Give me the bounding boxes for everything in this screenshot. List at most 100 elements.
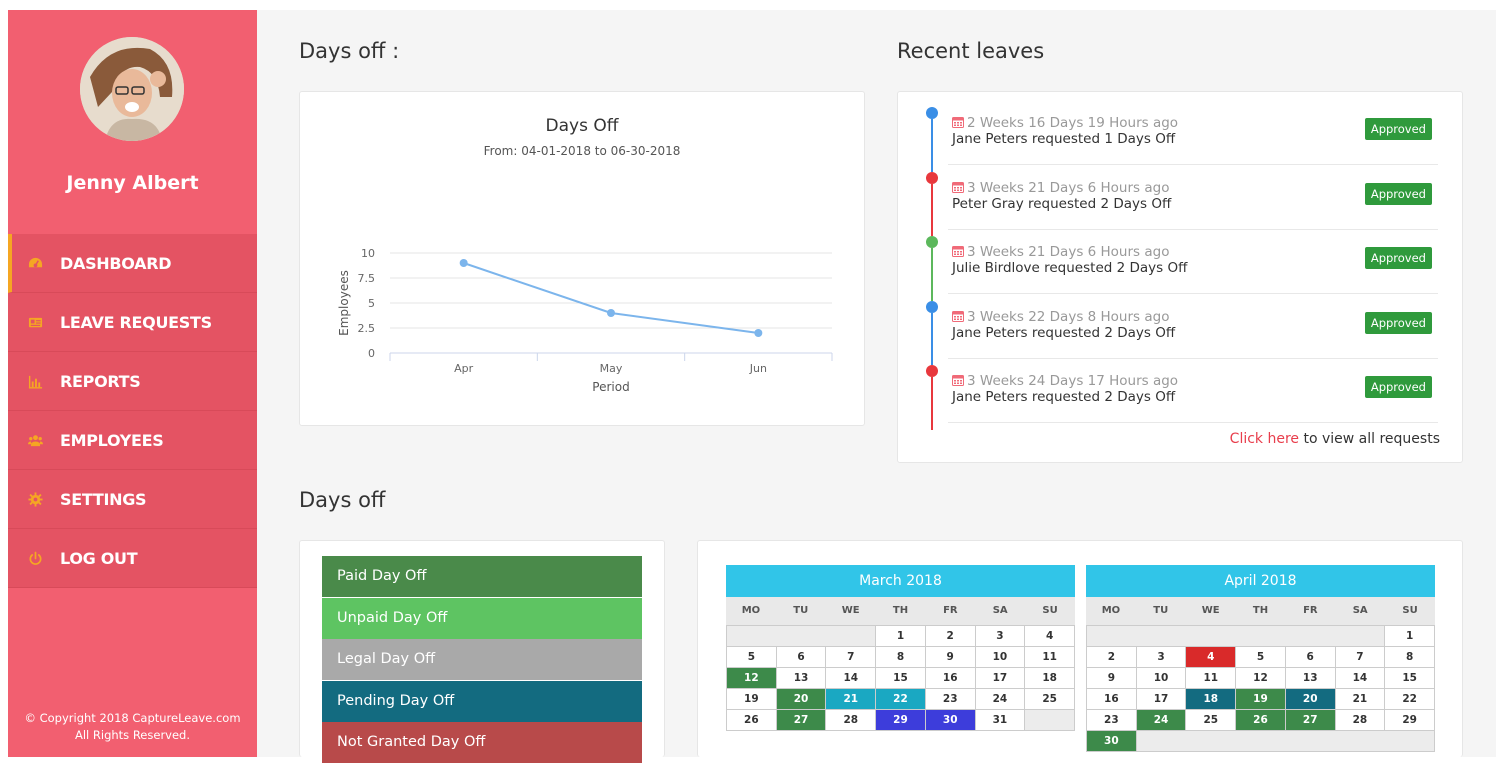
timeline-line bbox=[931, 183, 933, 236]
calendar-day[interactable]: 24 bbox=[1136, 710, 1187, 731]
calendar-day[interactable]: 13 bbox=[776, 668, 827, 689]
leave-time: 3 Weeks 21 Days 6 Hours ago bbox=[952, 180, 1169, 196]
calendar-blank bbox=[1136, 731, 1435, 752]
calendar-day[interactable]: 13 bbox=[1285, 668, 1336, 689]
calendar-day[interactable]: 14 bbox=[1335, 668, 1386, 689]
calendar-day[interactable]: 25 bbox=[1025, 689, 1075, 710]
calendar-day[interactable]: 16 bbox=[1087, 689, 1137, 710]
calendar-day[interactable]: 12 bbox=[1236, 668, 1286, 689]
calendar-day[interactable]: 28 bbox=[1335, 710, 1386, 731]
leave-time: 3 Weeks 21 Days 6 Hours ago bbox=[952, 244, 1169, 260]
calendar-day[interactable]: 11 bbox=[1186, 668, 1237, 689]
calendar-grid: 1 2 3 4 5 6 7 8 9 10 11 12 13 14 15 16 17 18 19 20 21 22 23 24 2… bbox=[1086, 625, 1435, 752]
calendar-day[interactable]: 19 bbox=[1236, 689, 1286, 710]
leave-item[interactable]: 3 Weeks 21 Days 6 Hours ago Julie Birdlov… bbox=[948, 230, 1438, 294]
timeline-dot bbox=[926, 300, 938, 313]
leave-item[interactable]: 3 Weeks 22 Days 8 Hours ago Jane Peters r… bbox=[948, 295, 1438, 359]
calendar-day[interactable]: 2 bbox=[925, 626, 976, 647]
sidebar-item-log-out[interactable]: LOG OUT bbox=[8, 529, 257, 588]
calendar-day[interactable]: 10 bbox=[975, 647, 1026, 668]
data-point[interactable] bbox=[607, 309, 615, 317]
calendar-day[interactable]: 31 bbox=[975, 710, 1026, 731]
calendar-day[interactable]: 29 bbox=[1385, 710, 1435, 731]
calendar-day[interactable]: 24 bbox=[975, 689, 1026, 710]
calendar-day[interactable]: 7 bbox=[1335, 647, 1386, 668]
calendar-day[interactable]: 30 bbox=[1087, 731, 1137, 752]
view-all-link[interactable]: Click here bbox=[1230, 431, 1299, 447]
calendar-day[interactable]: 21 bbox=[1335, 689, 1386, 710]
calendar-day[interactable]: 23 bbox=[1087, 710, 1137, 731]
calendar-day[interactable]: 20 bbox=[1285, 689, 1336, 710]
sidebar-item-label: LEAVE REQUESTS bbox=[60, 312, 212, 332]
calendar-day[interactable]: 4 bbox=[1025, 626, 1075, 647]
calendar-day[interactable]: 14 bbox=[826, 668, 877, 689]
calendar-day[interactable]: 29 bbox=[876, 710, 926, 731]
timeline-dot bbox=[926, 236, 938, 248]
calendar-day[interactable]: 3 bbox=[975, 626, 1026, 647]
days-off-chart-card: Days Off From: 04-01-2018 to 06-30-2018 … bbox=[299, 91, 865, 426]
calendar-day[interactable]: 15 bbox=[1385, 668, 1435, 689]
calendar-day[interactable]: 20 bbox=[776, 689, 827, 710]
calendar-day[interactable]: 5 bbox=[1236, 647, 1286, 668]
calendar-day[interactable]: 21 bbox=[826, 689, 877, 710]
calendar-day[interactable]: 27 bbox=[1285, 710, 1336, 731]
calendar-day[interactable]: 8 bbox=[876, 647, 926, 668]
status-badge: Approved bbox=[1364, 118, 1432, 140]
calendar-day[interactable]: 22 bbox=[1385, 689, 1435, 710]
leave-item[interactable]: 3 Weeks 24 Days 17 Hours ago Jane Peters … bbox=[948, 359, 1438, 423]
calendar-day[interactable]: 6 bbox=[1285, 647, 1336, 668]
month-calendar: March 2018 MO TU WE TH FR SA SU 1 2 3 4 5 6 7 8 9 10 11 12 1… bbox=[726, 565, 1075, 731]
calendar-day[interactable]: 6 bbox=[776, 647, 827, 668]
sidebar-item-employees[interactable]: EMPLOYEES bbox=[8, 411, 257, 470]
calendar-day[interactable]: 7 bbox=[826, 647, 877, 668]
calendar-day[interactable]: 3 bbox=[1136, 647, 1187, 668]
data-point[interactable] bbox=[754, 329, 763, 337]
sidebar: Jenny Albert DASHBOARD LEAVE REQUESTS RE… bbox=[8, 10, 257, 757]
calendar-day[interactable]: 26 bbox=[727, 710, 777, 731]
calendar-day[interactable]: 8 bbox=[1385, 647, 1435, 668]
calendar-day[interactable]: 4 bbox=[1186, 647, 1237, 668]
view-all-requests: Click here to view all requests bbox=[1230, 431, 1440, 447]
legend-item: Unpaid Day Off bbox=[322, 597, 642, 639]
calendar-day[interactable]: 25 bbox=[1186, 710, 1237, 731]
sidebar-item-dashboard[interactable]: DASHBOARD bbox=[8, 234, 257, 293]
calendar-day[interactable]: 9 bbox=[925, 647, 976, 668]
leave-item[interactable]: 3 Weeks 21 Days 6 Hours ago Peter Gray re… bbox=[948, 166, 1438, 230]
legend-item: Pending Day Off bbox=[322, 680, 642, 722]
calendar-day[interactable]: 27 bbox=[776, 710, 827, 731]
calendar-day[interactable]: 1 bbox=[876, 626, 926, 647]
avatar[interactable] bbox=[80, 37, 184, 141]
calendar-day[interactable]: 28 bbox=[826, 710, 877, 731]
sidebar-item-reports[interactable]: REPORTS bbox=[8, 352, 257, 411]
calendar-day[interactable]: 16 bbox=[925, 668, 976, 689]
calendar-day[interactable]: 19 bbox=[727, 689, 777, 710]
calendar-day[interactable]: 11 bbox=[1025, 647, 1075, 668]
calendar-day[interactable]: 17 bbox=[1136, 689, 1187, 710]
y-tick-label: 0 bbox=[368, 347, 375, 360]
calendar-day[interactable]: 23 bbox=[925, 689, 976, 710]
calendar-blank bbox=[1087, 626, 1386, 647]
users-icon bbox=[28, 434, 43, 446]
calendar-day[interactable]: 9 bbox=[1087, 668, 1137, 689]
y-tick-label: 5 bbox=[368, 297, 375, 310]
timeline-line bbox=[931, 377, 933, 430]
calendar-day[interactable]: 30 bbox=[925, 710, 976, 731]
calendar-day[interactable]: 22 bbox=[876, 689, 926, 710]
calendar-day[interactable]: 17 bbox=[975, 668, 1026, 689]
calendar-day[interactable]: 18 bbox=[1186, 689, 1237, 710]
sidebar-item-leave-requests[interactable]: LEAVE REQUESTS bbox=[8, 293, 257, 352]
calendar-day[interactable]: 15 bbox=[876, 668, 926, 689]
calendar-day[interactable]: 1 bbox=[1385, 626, 1435, 647]
y-axis-label: Employees bbox=[337, 270, 351, 336]
calendar-day[interactable]: 2 bbox=[1087, 647, 1137, 668]
data-point[interactable] bbox=[459, 259, 468, 267]
calendar-day[interactable]: 18 bbox=[1025, 668, 1075, 689]
leave-item[interactable]: 2 Weeks 16 Days 19 Hours ago Jane Peters … bbox=[948, 101, 1438, 165]
weekday-label: TU bbox=[1153, 605, 1169, 616]
leave-description: Jane Peters requested 1 Days Off bbox=[952, 131, 1176, 147]
calendar-day[interactable]: 5 bbox=[727, 647, 777, 668]
calendar-day[interactable]: 10 bbox=[1136, 668, 1187, 689]
sidebar-item-settings[interactable]: SETTINGS bbox=[8, 470, 257, 529]
calendar-day[interactable]: 26 bbox=[1236, 710, 1286, 731]
calendar-day[interactable]: 12 bbox=[727, 668, 777, 689]
